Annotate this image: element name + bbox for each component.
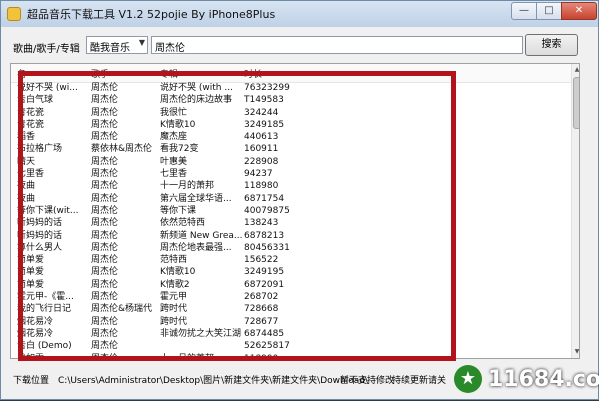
window-title: 超品音乐下载工具 V1.2 52pojie By iPhone8Plus: [27, 8, 276, 21]
watermark-text: 11684.com: [488, 367, 599, 392]
app-window: 超品音乐下载工具 V1.2 52pojie By iPhone8Plus — □…: [0, 0, 599, 400]
vertical-scrollbar[interactable]: ▲ ▼: [571, 64, 579, 358]
chevron-down-icon: ▼: [138, 38, 145, 47]
close-button[interactable]: ✕: [561, 2, 597, 20]
title-bar[interactable]: 超品音乐下载工具 V1.2 52pojie By iPhone8Plus — □…: [1, 1, 598, 27]
search-button[interactable]: 搜索: [525, 34, 578, 56]
star-icon: ★: [454, 365, 482, 393]
status-extra-note: 请关: [428, 376, 447, 386]
download-path: C:\Users\Administrator\Desktop\图片\新建文件夹\…: [58, 376, 368, 386]
status-update-note: 持续更新: [392, 376, 429, 386]
source-dropdown[interactable]: 酷我音乐 ▼: [86, 36, 148, 54]
source-selected-value: 酷我音乐: [90, 43, 130, 54]
search-input[interactable]: 周杰伦: [151, 36, 523, 54]
maximize-button[interactable]: □: [536, 2, 562, 20]
highlight-frame: [18, 71, 456, 361]
scroll-thumb[interactable]: [573, 77, 579, 129]
search-input-value: 周杰伦: [155, 43, 185, 54]
watermark: ★ 11684.com: [448, 359, 599, 401]
app-icon: [7, 7, 21, 21]
scroll-down-icon[interactable]: ▼: [572, 346, 579, 358]
scroll-up-icon[interactable]: ▲: [572, 64, 579, 76]
minimize-button[interactable]: —: [511, 2, 537, 20]
status-note: 暂不支持修改: [340, 376, 395, 386]
search-label: 歌曲/歌手/专辑: [13, 44, 80, 55]
download-location-label: 下载位置: [13, 376, 50, 386]
